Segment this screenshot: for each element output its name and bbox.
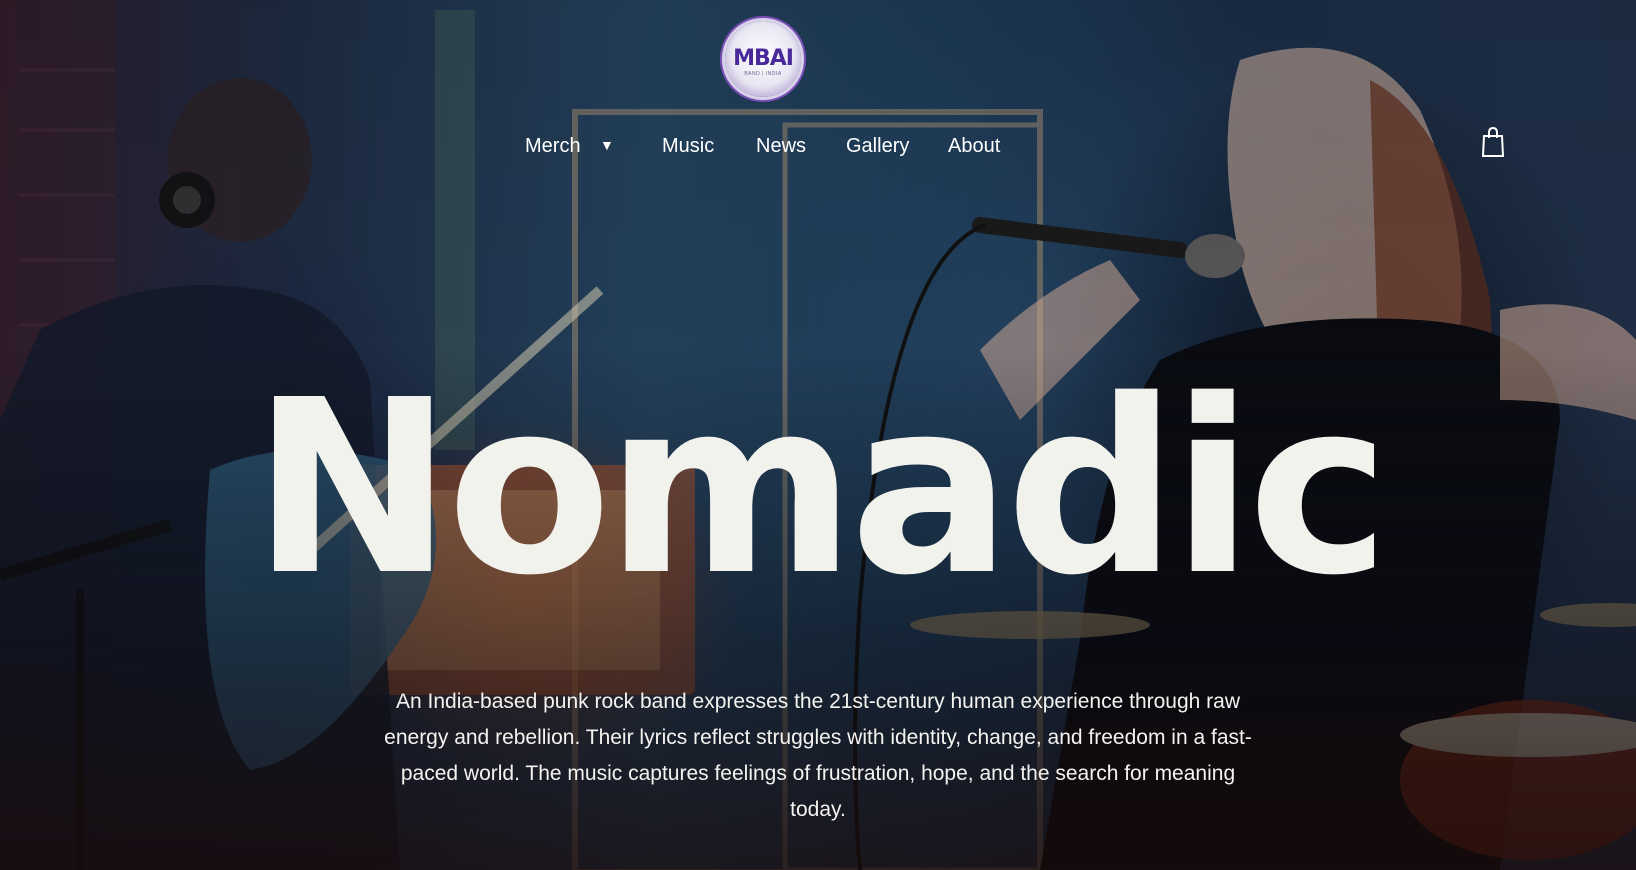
nav-item-about[interactable]: About — [948, 130, 1000, 162]
logo-mark: MBAI — [733, 45, 794, 71]
nav-item-merch[interactable]: Merch — [525, 130, 581, 162]
chevron-down-icon[interactable]: ▼ — [600, 130, 614, 160]
band-logo[interactable]: MBAI BAND | INDIA — [725, 21, 801, 97]
nav-item-music[interactable]: Music — [662, 130, 714, 162]
logo-subtext: BAND | INDIA — [744, 70, 782, 77]
main-nav: Merch ▼ Music News Gallery About — [0, 130, 1636, 162]
nav-item-news[interactable]: News — [756, 130, 806, 162]
nav-item-gallery[interactable]: Gallery — [846, 130, 909, 162]
hero-title: Nomadic — [251, 348, 1390, 628]
hero-section: MBAI BAND | INDIA Merch ▼ Music News Gal… — [0, 0, 1636, 870]
shopping-bag-icon[interactable] — [1481, 126, 1505, 158]
hero-description: An India-based punk rock band expresses … — [384, 690, 1252, 821]
